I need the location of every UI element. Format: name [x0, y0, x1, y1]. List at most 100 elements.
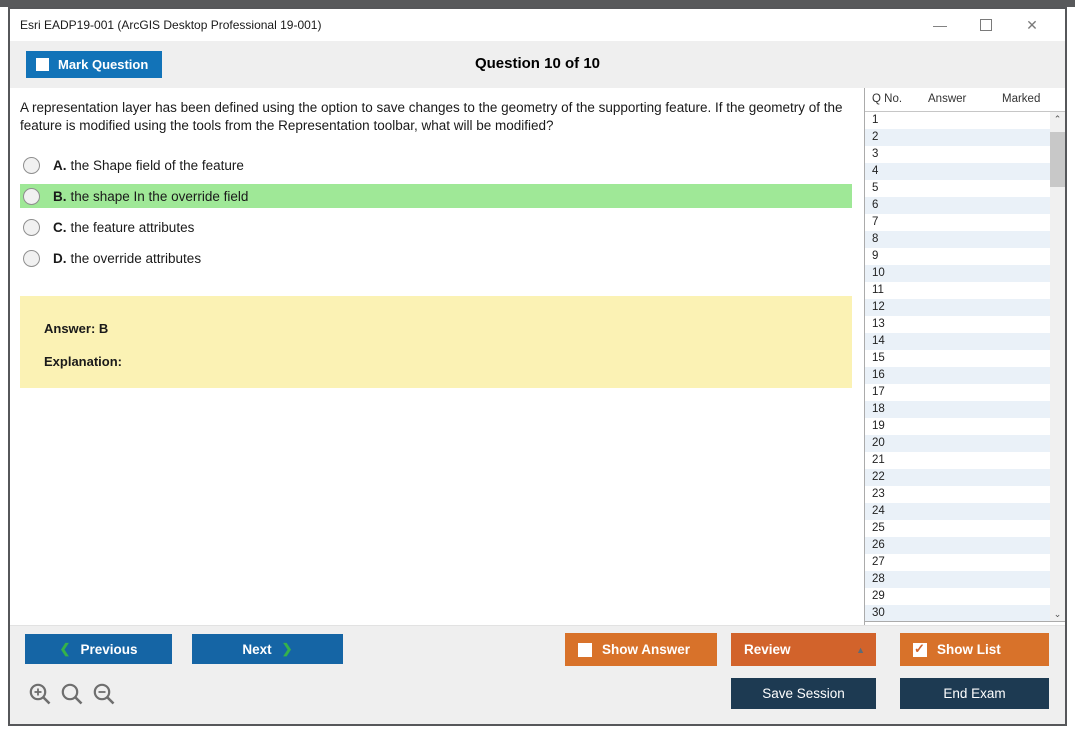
show-list-checkbox-icon: ✓	[913, 641, 927, 657]
option-letter: A.	[53, 157, 67, 173]
question-list-row[interactable]: 21	[865, 452, 1065, 469]
show-list-button[interactable]: ✓ Show List	[900, 633, 1049, 666]
radio-icon[interactable]	[23, 187, 40, 205]
question-list-row[interactable]: 28	[865, 571, 1065, 588]
question-counter: Question 10 of 10	[474, 55, 601, 72]
zoom-reset-icon[interactable]	[60, 682, 85, 707]
show-answer-button[interactable]: Show Answer	[565, 633, 717, 666]
question-list-row[interactable]: 16	[865, 367, 1065, 384]
option-c[interactable]: C. the feature attributes	[20, 215, 852, 239]
minimize-icon: —	[933, 17, 947, 33]
chevron-right-icon: ❯	[281, 641, 293, 656]
qno-cell: 13	[872, 318, 885, 330]
answer-cell	[921, 367, 995, 384]
maximize-button[interactable]	[963, 9, 1009, 41]
show-list-label: Show List	[937, 642, 1001, 657]
scrollbar-thumb[interactable]	[1050, 132, 1065, 187]
question-rows: 1 2 3 4 5 6 7 8 9 10 11 12 13 14 15 16 17 18 19 20 21 22 23 24 2…	[865, 112, 1065, 621]
review-button[interactable]: Review ▲	[731, 633, 876, 666]
question-list-scrollbar[interactable]: ⌃ ⌄	[1050, 112, 1065, 621]
qno-cell: 24	[872, 505, 885, 517]
question-list-row[interactable]: 3	[865, 146, 1065, 163]
answer-text: Answer: B	[44, 321, 109, 336]
question-list-row[interactable]: 17	[865, 384, 1065, 401]
answer-cell	[921, 486, 995, 503]
question-list-row[interactable]: 4	[865, 163, 1065, 180]
answer-cell	[921, 299, 995, 316]
question-list-row[interactable]: 15	[865, 350, 1065, 367]
question-list-body: 1 2 3 4 5 6 7 8 9 10 11 12 13 14 15 16 17 18 19 20 21 22 23 24 2…	[865, 112, 1065, 622]
answer-cell	[921, 571, 995, 588]
question-list-row[interactable]: 27	[865, 554, 1065, 571]
question-list-row[interactable]: 2	[865, 129, 1065, 146]
question-list-row[interactable]: 10	[865, 265, 1065, 282]
question-list-row[interactable]: 12	[865, 299, 1065, 316]
question-list-row[interactable]: 29	[865, 588, 1065, 605]
answer-panel: Answer: B Explanation:	[20, 296, 852, 388]
question-list-row[interactable]: 24	[865, 503, 1065, 520]
footer-bar: ❮ Previous Next ❯ Show Answer Review ▲ ✓…	[10, 625, 1065, 724]
qno-cell: 8	[872, 233, 879, 245]
answer-cell	[921, 197, 995, 214]
option-d[interactable]: D. the override attributes	[20, 246, 852, 270]
option-a[interactable]: A. the Shape field of the feature	[20, 153, 852, 177]
question-text: A representation layer has been defined …	[20, 100, 843, 133]
question-list-row[interactable]: 9	[865, 248, 1065, 265]
close-button[interactable]: ✕	[1009, 9, 1055, 41]
question-list-row[interactable]: 19	[865, 418, 1065, 435]
answer-cell	[921, 214, 995, 231]
qno-cell: 12	[872, 301, 885, 313]
option-letter: B.	[53, 188, 67, 204]
question-list-row[interactable]: 25	[865, 520, 1065, 537]
radio-icon[interactable]	[23, 156, 40, 174]
header-strip: Mark Question Question 10 of 10	[10, 41, 1065, 88]
answer-cell	[921, 231, 995, 248]
column-header-marked: Marked	[1002, 93, 1041, 105]
answer-cell	[921, 112, 995, 129]
chevron-left-icon: ❮	[59, 641, 71, 656]
zoom-in-icon[interactable]	[28, 682, 53, 707]
qno-cell: 19	[872, 420, 885, 432]
question-list-row[interactable]: 18	[865, 401, 1065, 418]
option-b[interactable]: B. the shape In the override field	[20, 184, 852, 208]
qno-cell: 2	[872, 131, 879, 143]
scroll-up-icon[interactable]: ⌃	[1050, 112, 1065, 127]
qno-cell: 20	[872, 437, 885, 449]
next-button[interactable]: Next ❯	[192, 634, 343, 664]
qno-cell: 14	[872, 335, 885, 347]
minimize-button[interactable]: —	[917, 9, 963, 41]
question-list-row[interactable]: 1	[865, 112, 1065, 129]
answer-cell	[921, 333, 995, 350]
column-header-qno: Q No.	[872, 93, 903, 105]
answer-cell	[921, 248, 995, 265]
question-list-row[interactable]: 6	[865, 197, 1065, 214]
answer-cell	[921, 146, 995, 163]
question-list-row[interactable]: 22	[865, 469, 1065, 486]
save-session-button[interactable]: Save Session	[731, 678, 876, 709]
maximize-icon	[980, 19, 992, 31]
question-list-row[interactable]: 30	[865, 605, 1065, 621]
question-list-row[interactable]: 14	[865, 333, 1065, 350]
question-list-row[interactable]: 13	[865, 316, 1065, 333]
question-list-row[interactable]: 26	[865, 537, 1065, 554]
answer-cell	[921, 316, 995, 333]
option-letter: C.	[53, 219, 67, 235]
previous-button[interactable]: ❮ Previous	[25, 634, 172, 664]
question-list-row[interactable]: 5	[865, 180, 1065, 197]
qno-cell: 5	[872, 182, 879, 194]
end-exam-button[interactable]: End Exam	[900, 678, 1049, 709]
question-list-row[interactable]: 7	[865, 214, 1065, 231]
option-text: the feature attributes	[70, 219, 195, 235]
scroll-down-icon[interactable]: ⌄	[1050, 607, 1065, 621]
answer-cell	[921, 129, 995, 146]
question-list-header: Q No. Answer Marked	[865, 88, 1065, 112]
question-list-row[interactable]: 11	[865, 282, 1065, 299]
question-list-row[interactable]: 8	[865, 231, 1065, 248]
option-text: the shape In the override field	[70, 188, 249, 204]
radio-icon[interactable]	[23, 249, 40, 267]
zoom-out-icon[interactable]	[92, 682, 117, 707]
radio-icon[interactable]	[23, 218, 40, 236]
question-list-row[interactable]: 20	[865, 435, 1065, 452]
question-list-row[interactable]: 23	[865, 486, 1065, 503]
qno-cell: 21	[872, 454, 885, 466]
